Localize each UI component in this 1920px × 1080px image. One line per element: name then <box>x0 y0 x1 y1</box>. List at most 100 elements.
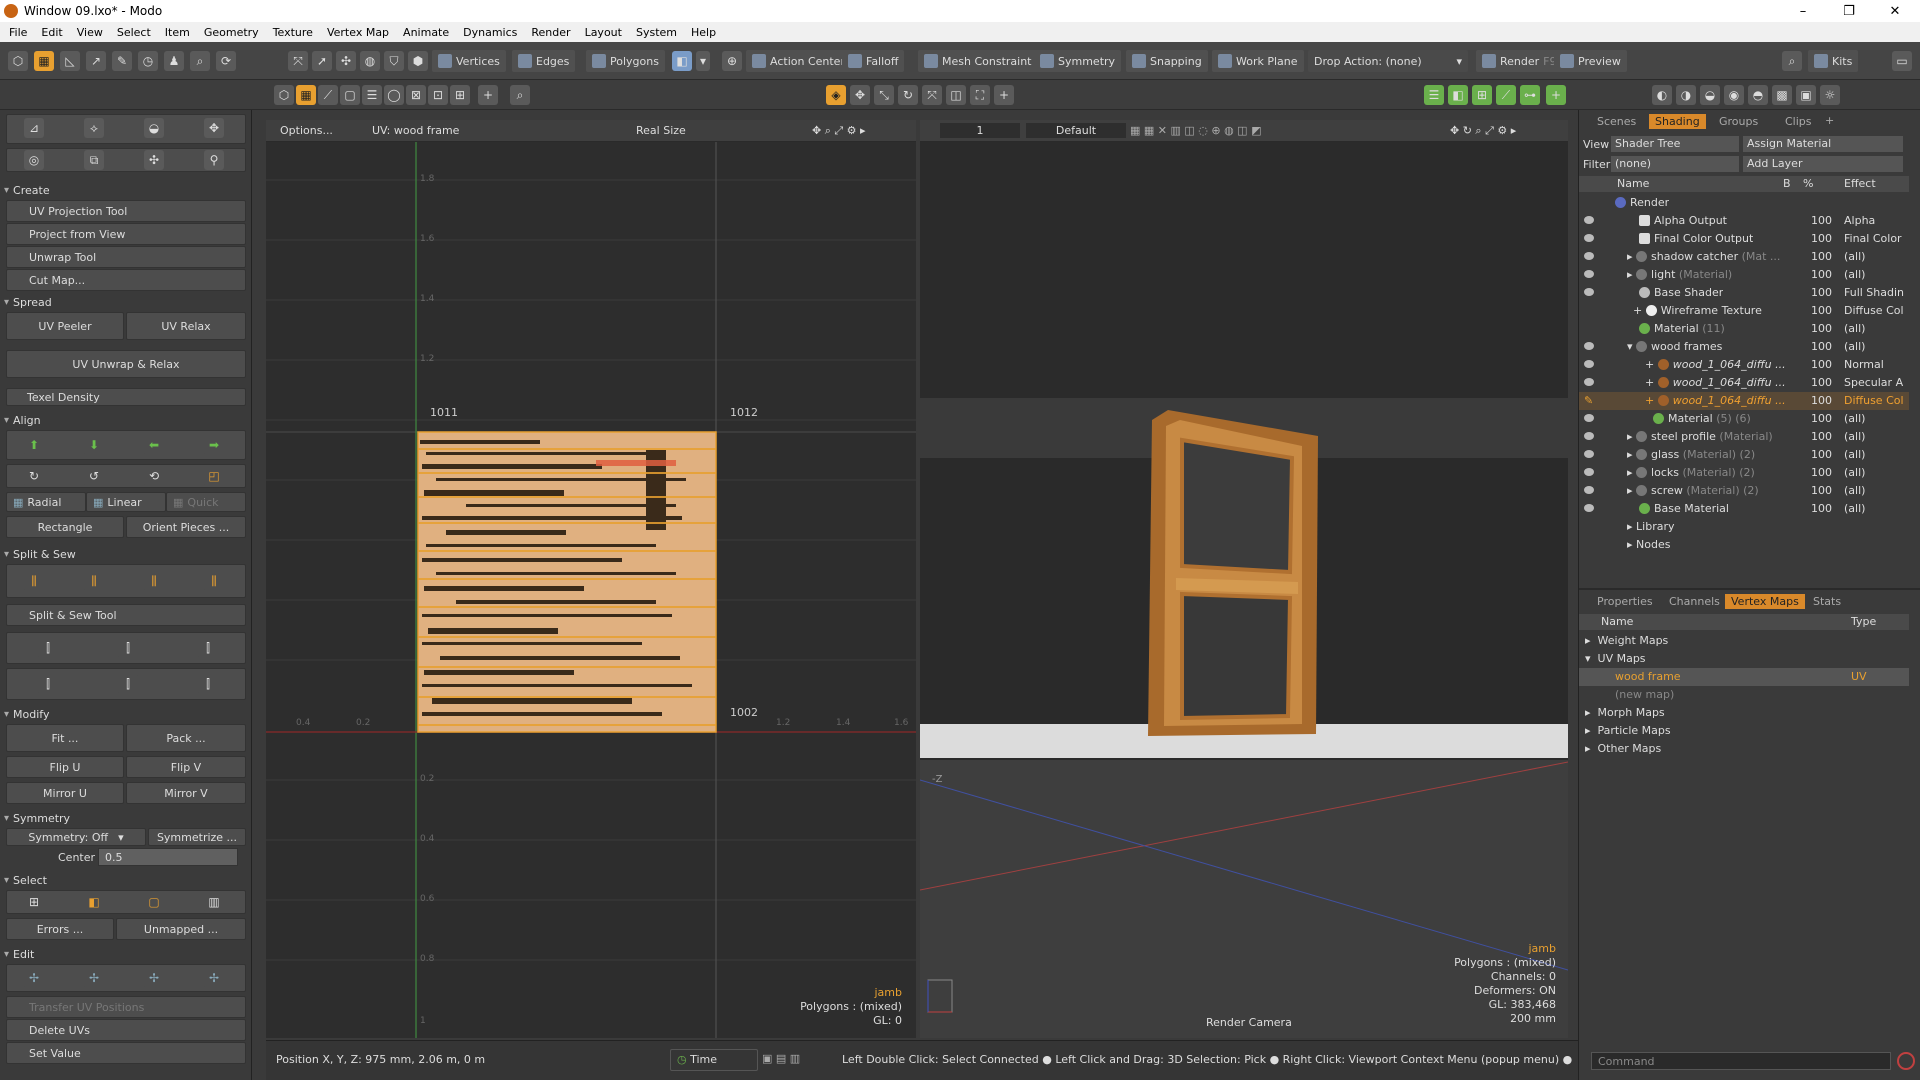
stitch-icon[interactable]: ⫼ <box>204 571 224 591</box>
expand-icon[interactable]: + <box>1633 304 1646 317</box>
shader-row-nodes[interactable]: ▸ Nodes <box>1579 536 1909 554</box>
eye-icon[interactable] <box>1584 342 1594 350</box>
flip-v-button[interactable]: Flip V <box>126 756 246 778</box>
shader-row-final-color[interactable]: Final Color Output 100 Final Color <box>1579 230 1909 248</box>
shader-row-wood-frames[interactable]: ▾ wood frames 100 (all) <box>1579 338 1909 356</box>
texel-density-button[interactable]: Texel Density <box>6 388 246 406</box>
expand-icon[interactable]: ▸ <box>1627 430 1636 443</box>
eye-icon[interactable] <box>1584 378 1594 386</box>
symmetrize-button[interactable]: Symmetrize ... <box>148 828 246 846</box>
transfer-uv-button[interactable]: Transfer UV Positions <box>6 996 246 1018</box>
select-vertex-icon[interactable]: ⊞ <box>24 892 44 912</box>
eye-icon[interactable] <box>1584 486 1594 494</box>
eye-icon[interactable] <box>1584 432 1594 440</box>
menu-geometry[interactable]: Geometry <box>197 26 266 39</box>
uv-sphere-icon[interactable]: ◒ <box>144 118 164 138</box>
zoom-icon[interactable]: ⌕ <box>510 85 530 105</box>
minimize-button[interactable]: – <box>1780 0 1826 22</box>
sphere-icon[interactable]: ◯ <box>384 85 404 105</box>
modify-header[interactable]: Modify <box>4 706 248 722</box>
pivot-icon[interactable]: ⊕ <box>722 51 742 71</box>
time-button[interactable]: ◷ Time <box>670 1049 758 1071</box>
add-icon[interactable]: + <box>994 85 1014 105</box>
uv-ring-icon[interactable]: ◎ <box>24 150 44 170</box>
texture-icon[interactable]: ◒ <box>1700 85 1720 105</box>
eye-icon[interactable] <box>1584 504 1594 512</box>
shader-row-wood-specular[interactable]: + wood_1_064_diffu ...100Specular Amount <box>1579 374 1909 392</box>
shader-row-render[interactable]: Render <box>1579 194 1909 212</box>
maximize-button[interactable]: ❐ <box>1826 0 1872 22</box>
menu-select[interactable]: Select <box>110 26 158 39</box>
project-from-view-button[interactable]: Project from View <box>6 223 246 245</box>
menu-render[interactable]: Render <box>524 26 577 39</box>
vmap-particle-maps[interactable]: ▸ Particle Maps <box>1579 722 1909 740</box>
scale-icon[interactable]: ⤡ <box>874 85 894 105</box>
stack-icon[interactable]: ☰ <box>362 85 382 105</box>
mirror-u-button[interactable]: Mirror U <box>6 782 124 804</box>
tab-scenes[interactable]: Scenes <box>1591 114 1642 129</box>
uv-relax-button[interactable]: UV Relax <box>126 312 246 340</box>
edit-grid-icon[interactable]: ✢ <box>24 968 44 988</box>
camera-icon[interactable]: ◫ <box>946 85 966 105</box>
edit-weld-icon[interactable]: ✢ <box>84 968 104 988</box>
align-top-icon[interactable]: ⬆ <box>24 435 44 455</box>
orient-pieces-button[interactable]: Orient Pieces ... <box>126 516 246 538</box>
expand-icon[interactable]: ▸ <box>1627 484 1636 497</box>
shader-row-steel-profile[interactable]: ▸ steel profile (Material) 100 (all) <box>1579 428 1909 446</box>
assign-material-select[interactable]: Assign Material <box>1743 136 1903 152</box>
kits-button[interactable]: Kits <box>1808 50 1859 72</box>
sew-left-icon[interactable]: ⫿ <box>38 638 58 658</box>
unsew-center-icon[interactable]: ⫿ <box>118 674 138 694</box>
split-sew-header[interactable]: Split & Sew <box>4 546 248 562</box>
add-layer-select[interactable]: Add Layer <box>1743 156 1903 172</box>
uv-mode-icon[interactable]: ▦ <box>34 51 54 71</box>
search-icon[interactable]: ⌕ <box>190 51 210 71</box>
unsew-left-icon[interactable]: ⫿ <box>38 674 58 694</box>
shader-row-material-5[interactable]: Material (5) (6) 100 (all) <box>1579 410 1909 428</box>
render-button[interactable]: Render F9 <box>1476 50 1563 72</box>
split-sew-tool-button[interactable]: Split & Sew Tool <box>6 604 246 626</box>
nodes-icon[interactable]: ⊶ <box>1520 85 1540 105</box>
close-button[interactable]: ✕ <box>1872 0 1918 22</box>
menu-view[interactable]: View <box>70 26 110 39</box>
layers-icon[interactable]: ◧ <box>1448 85 1468 105</box>
shader-row-wood-normal[interactable]: + wood_1_064_diffu ... 100 Normal <box>1579 356 1909 374</box>
pack-button[interactable]: Pack ... <box>126 724 246 752</box>
mode-dropdown-icon[interactable]: ▾ <box>696 51 710 71</box>
menu-help[interactable]: Help <box>684 26 723 39</box>
tab-properties[interactable]: Properties <box>1591 594 1659 609</box>
snapping-button[interactable]: Snapping <box>1126 50 1208 72</box>
edit-center-icon[interactable]: ✢ <box>204 968 224 988</box>
rotate-ccw-icon[interactable]: ↺ <box>84 466 104 486</box>
select-icon[interactable]: ⤧ <box>288 51 308 71</box>
eye-icon[interactable] <box>1584 270 1594 278</box>
symmetry-header[interactable]: Symmetry <box>4 810 248 826</box>
align-left-icon[interactable]: ⬅ <box>144 435 164 455</box>
shader-row-base-shader[interactable]: Base Shader100Full Shading <box>1579 284 1909 302</box>
chart-icon[interactable]: ⟋ <box>1496 85 1516 105</box>
collapse-icon[interactable]: ▾ <box>1627 340 1636 353</box>
lasso-icon[interactable]: ✣ <box>336 51 356 71</box>
drop-action-select[interactable]: Drop Action: (none) ▾ <box>1308 50 1468 72</box>
set-value-button[interactable]: Set Value <box>6 1042 246 1064</box>
add-icon[interactable]: + <box>1546 85 1566 105</box>
polygons-button[interactable]: Polygons <box>586 50 665 72</box>
rotate-90-icon[interactable]: ⟲ <box>144 466 164 486</box>
uv-projection-tool-button[interactable]: UV Projection Tool <box>6 200 246 222</box>
eye-icon[interactable] <box>1584 450 1594 458</box>
menu-item[interactable]: Item <box>158 26 197 39</box>
shader-row-wood-diffuse[interactable]: ✎+ wood_1_064_diffu ...100Diffuse Color <box>1579 392 1909 410</box>
tab-groups[interactable]: Groups <box>1713 114 1764 129</box>
eye-icon[interactable] <box>1584 234 1594 242</box>
uv-tool-icon[interactable]: ⊿ <box>24 118 44 138</box>
action-center-button[interactable]: Action Center <box>746 50 851 72</box>
shader-row-material-11[interactable]: Material (11) 100 (all) <box>1579 320 1909 338</box>
shader-row-alpha[interactable]: Alpha Output 100 Alpha <box>1579 212 1909 230</box>
orient-icon[interactable]: ◰ <box>204 466 224 486</box>
transform-icon[interactable]: ⤧ <box>922 85 942 105</box>
tab-channels[interactable]: Channels <box>1663 594 1726 609</box>
material-icon[interactable]: ◑ <box>1676 85 1696 105</box>
unmapped-button[interactable]: Unmapped ... <box>116 918 246 940</box>
center-input[interactable]: 0.5 <box>98 848 238 866</box>
snap-icon[interactable]: ◈ <box>826 85 846 105</box>
